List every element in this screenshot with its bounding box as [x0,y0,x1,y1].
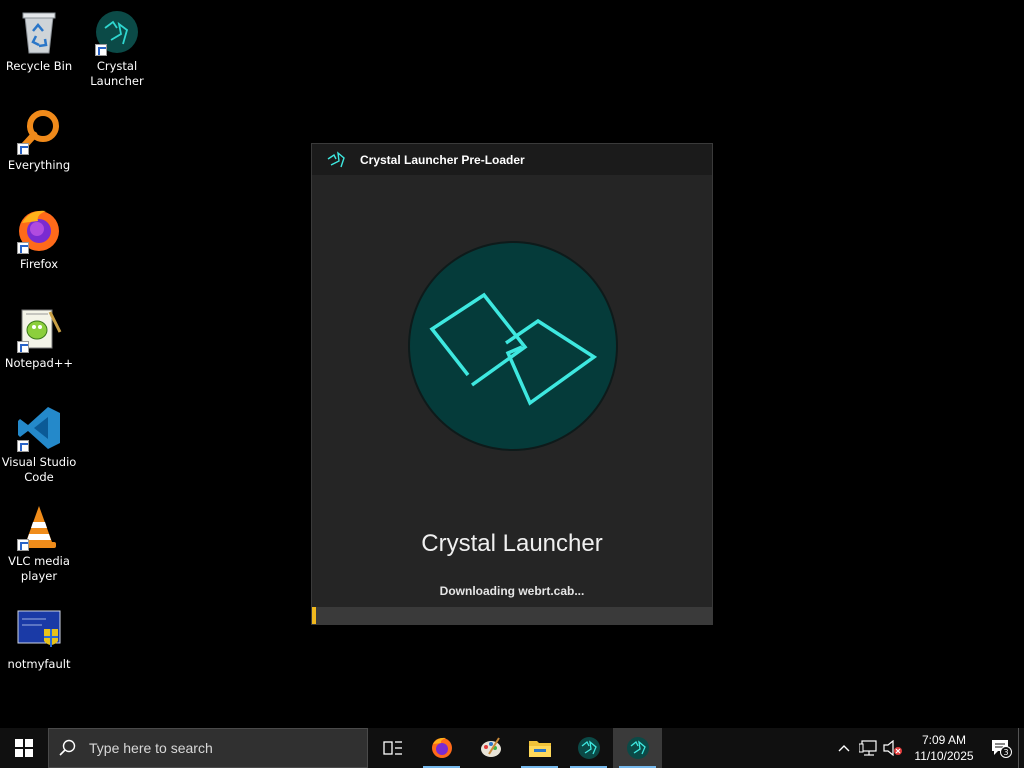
progress-fill [312,607,316,624]
progress-bar [312,607,712,624]
everything-search-icon [15,107,63,155]
taskbar: Type here to search 7:09 AM 11/10/2025 3 [0,728,1024,768]
taskbar-firefox[interactable] [417,728,466,768]
shortcut-arrow-icon [95,44,107,56]
desktop-icon-label: Firefox [19,257,59,271]
crystal-logo [410,243,616,449]
notepad-plus-plus-icon [15,305,63,353]
taskbar-crystal-preloader[interactable] [613,728,662,768]
taskbar-paint[interactable] [466,728,515,768]
clock-date: 11/10/2025 [914,749,974,763]
desktop-icon-label: Crystal Launcher [90,59,144,88]
vscode-icon [15,404,63,452]
app-name: Crystal Launcher [421,530,603,557]
shortcut-arrow-icon [17,143,29,155]
desktop-icon-everything[interactable]: Everything [0,107,78,173]
desktop-icon-notepad-plus-plus[interactable]: Notepad++ [0,305,78,371]
desktop-icon-notmyfault[interactable]: notmyfault [0,606,78,672]
show-hidden-icons-button[interactable] [832,728,856,768]
task-view-button[interactable] [368,728,417,768]
window-title: Crystal Launcher Pre-Loader [360,152,525,167]
taskbar-search-box[interactable]: Type here to search [48,728,368,768]
desktop-icon-label: Notepad++ [4,356,74,370]
desktop-icon-label: Everything [7,158,71,172]
crystal-launcher-icon [626,737,649,759]
desktop-icon-vlc[interactable]: VLC media player [0,503,78,584]
crystal-launcher-icon [327,150,345,167]
volume-muted-icon [883,740,902,756]
crystal-launcher-icon [93,8,141,56]
volume-button[interactable] [880,728,904,768]
shortcut-arrow-icon [17,539,29,551]
recycle-bin-icon [15,8,63,56]
notmyfault-icon [15,606,63,654]
task-view-icon [382,741,402,755]
search-icon [59,739,76,756]
desktop-icon-crystal-launcher[interactable]: Crystal Launcher [78,8,156,89]
paint-icon [480,737,501,757]
system-tray: 7:09 AM 11/10/2025 3 [832,728,1024,768]
desktop-icon-label: VLC media player [8,554,70,583]
clock-time: 7:09 AM [921,733,967,747]
shortcut-arrow-icon [17,341,29,353]
shortcut-arrow-icon [17,440,29,452]
title-bar[interactable]: Crystal Launcher Pre-Loader [312,144,712,175]
taskbar-file-explorer[interactable] [515,728,564,768]
desktop-icon-label: Recycle Bin [5,59,73,73]
vlc-icon [15,503,63,551]
file-explorer-icon [528,741,551,757]
taskbar-crystal-launcher[interactable] [564,728,613,768]
network-button[interactable] [856,728,880,768]
chevron-up-icon [838,745,850,752]
windows-logo-icon [15,739,33,757]
network-icon [859,740,877,756]
action-center-button[interactable]: 3 [984,728,1018,768]
firefox-icon [15,206,63,254]
notification-icon: 3 [992,740,1012,758]
desktop-icon-label: Visual Studio Code [1,455,77,484]
notification-count: 3 [1003,748,1008,757]
firefox-icon [431,737,452,758]
desktop-icon-firefox[interactable]: Firefox [0,206,78,272]
preloader-window[interactable]: Crystal Launcher Pre-Loader Crystal Laun… [311,143,713,625]
start-button[interactable] [0,728,48,768]
download-status: Downloading webrt.cab... [439,584,585,598]
desktop-icon-recycle-bin[interactable]: Recycle Bin [0,8,78,74]
search-placeholder: Type here to search [89,740,213,756]
crystal-launcher-icon [577,737,600,759]
desktop-icon-label: notmyfault [7,657,71,671]
show-desktop-button[interactable] [1018,728,1024,768]
shortcut-arrow-icon [17,242,29,254]
desktop-icon-vscode[interactable]: Visual Studio Code [0,404,78,485]
taskbar-clock[interactable]: 7:09 AM 11/10/2025 [910,732,978,764]
